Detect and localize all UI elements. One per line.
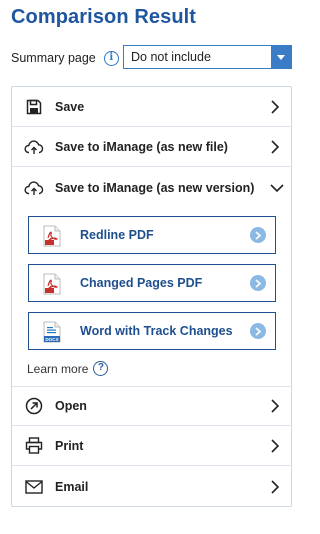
open-label: Open — [55, 399, 87, 413]
save-imanage-new-file-row[interactable]: Save to iManage (as new file) — [12, 127, 291, 167]
chevron-right-icon — [269, 99, 281, 115]
chevron-right-icon — [269, 479, 281, 495]
chevron-right-icon — [269, 139, 281, 155]
page-title: Comparison Result — [11, 6, 197, 28]
docx-badge-label: DOCX — [45, 337, 59, 342]
chevron-right-circle-icon — [250, 227, 266, 243]
help-icon[interactable]: ? — [93, 361, 109, 376]
save-label: Save — [55, 99, 85, 114]
summary-page-value: Do not include — [131, 50, 211, 64]
changed-pages-pdf-label: Changed Pages PDF — [80, 276, 203, 290]
chevron-right-circle-icon — [250, 275, 266, 291]
summary-page-label: Summary page — [11, 51, 96, 65]
pdf-icon — [43, 225, 61, 247]
email-label: Email — [55, 480, 89, 494]
save-imanage-new-version-row[interactable]: Save to iManage (as new version) — [12, 168, 291, 208]
print-label: Print — [55, 438, 84, 453]
save-icon — [24, 97, 44, 117]
learn-more[interactable]: Learn more ? — [27, 361, 109, 376]
save-imanage-new-version-label: Save to iManage (as new version) — [55, 181, 255, 195]
open-row[interactable]: Open — [12, 386, 291, 426]
summary-page-select[interactable]: Do not include — [123, 45, 292, 69]
word-track-changes-button[interactable]: DOCX Word with Track Changes — [28, 312, 276, 350]
email-row[interactable]: Email — [12, 467, 291, 507]
actions-panel: Save Save to iManage (as new file) Save … — [11, 86, 292, 507]
learn-more-link[interactable]: Learn more — [27, 362, 88, 376]
open-external-icon — [24, 396, 44, 416]
docx-icon: DOCX — [43, 321, 61, 343]
info-icon[interactable]: i — [103, 50, 119, 66]
redline-pdf-label: Redline PDF — [80, 228, 154, 242]
chevron-down-icon — [269, 180, 285, 196]
save-row[interactable]: Save — [12, 87, 291, 127]
pdf-icon — [43, 273, 61, 295]
word-track-changes-label: Word with Track Changes — [80, 324, 233, 338]
chevron-right-icon — [269, 438, 281, 454]
chevron-right-icon — [269, 398, 281, 414]
redline-pdf-button[interactable]: Redline PDF — [28, 216, 276, 254]
save-imanage-new-file-label: Save to iManage (as new file) — [55, 139, 228, 154]
print-row[interactable]: Print — [12, 426, 291, 466]
summary-page-row: Summary page i Do not include — [11, 45, 292, 71]
chevron-down-icon[interactable] — [271, 46, 291, 68]
printer-icon — [24, 436, 44, 456]
chevron-right-circle-icon — [250, 323, 266, 339]
changed-pages-pdf-button[interactable]: Changed Pages PDF — [28, 264, 276, 302]
cloud-upload-icon — [24, 178, 44, 198]
envelope-icon — [24, 477, 44, 497]
cloud-upload-icon — [24, 137, 44, 157]
